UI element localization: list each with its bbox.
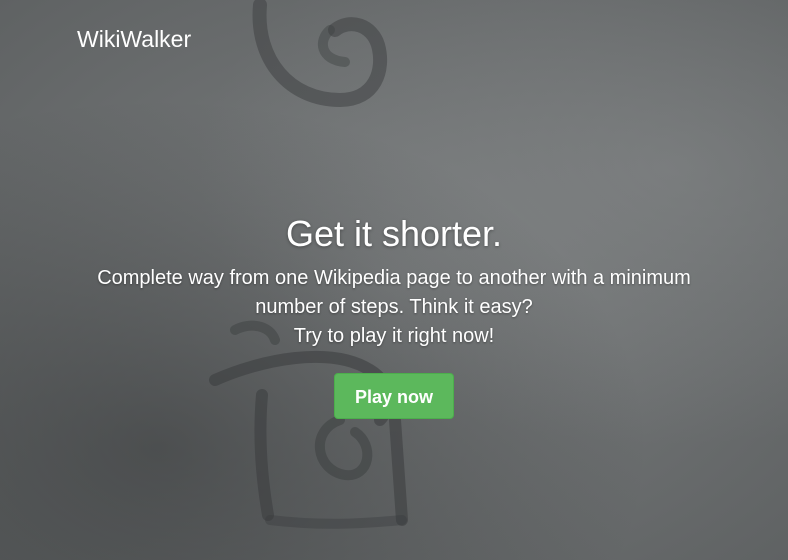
hero-content: Get it shorter. Complete way from one Wi… [0, 210, 788, 419]
hero-lead-line: number of steps. Think it easy? [255, 296, 533, 318]
hero-lead-line: Complete way from one Wikipedia page to … [97, 267, 691, 289]
hero-title: Get it shorter. [285, 213, 503, 254]
brand-logo-link[interactable]: WikiWalker [77, 24, 191, 54]
hero-lead-line: Try to play it right now! [293, 325, 495, 347]
hero-lead: Complete way from one Wikipedia page to … [74, 264, 714, 351]
play-now-button[interactable]: Play now [334, 373, 454, 419]
